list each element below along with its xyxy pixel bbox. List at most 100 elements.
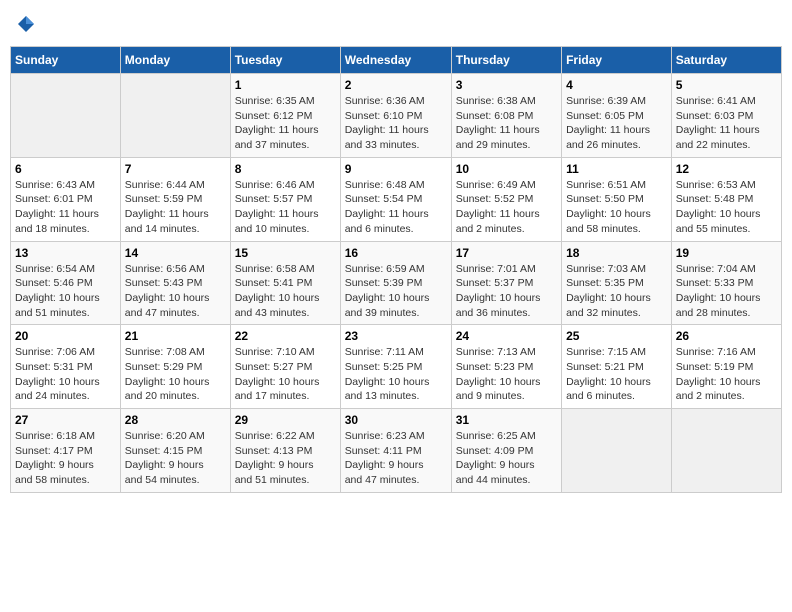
calendar-cell: 11 Sunrise: 6:51 AM Sunset: 5:50 PM Dayli… [562,157,672,241]
day-number: 15 [235,246,336,260]
calendar-cell: 31 Sunrise: 6:25 AM Sunset: 4:09 PM Dayli… [451,409,561,493]
day-info: Sunrise: 7:11 AM Sunset: 5:25 PM Dayligh… [345,345,447,404]
day-info: Sunrise: 6:51 AM Sunset: 5:50 PM Dayligh… [566,178,667,237]
calendar-cell: 16 Sunrise: 6:59 AM Sunset: 5:39 PM Dayli… [340,241,451,325]
day-number: 2 [345,78,447,92]
logo-icon [16,14,36,34]
calendar-cell: 15 Sunrise: 6:58 AM Sunset: 5:41 PM Dayli… [230,241,340,325]
page-header [10,10,782,38]
day-number: 28 [125,413,226,427]
calendar-cell: 24Sunrise: 7:13 AM Sunset: 5:23 PM Dayli… [451,325,561,409]
day-number: 25 [566,329,667,343]
day-info: Sunrise: 7:16 AM Sunset: 5:19 PM Dayligh… [676,345,777,404]
day-info: Sunrise: 6:43 AM Sunset: 6:01 PM Dayligh… [15,178,116,237]
day-info: Sunrise: 6:59 AM Sunset: 5:39 PM Dayligh… [345,262,447,321]
day-info: Sunrise: 7:15 AM Sunset: 5:21 PM Dayligh… [566,345,667,404]
calendar-cell: 7 Sunrise: 6:44 AM Sunset: 5:59 PM Daylig… [120,157,230,241]
day-number: 6 [15,162,116,176]
day-number: 23 [345,329,447,343]
calendar-table: SundayMondayTuesdayWednesdayThursdayFrid… [10,46,782,493]
calendar-cell: 12 Sunrise: 6:53 AM Sunset: 5:48 PM Dayli… [671,157,781,241]
day-info: Sunrise: 6:41 AM Sunset: 6:03 PM Dayligh… [676,94,777,153]
day-info: Sunrise: 6:39 AM Sunset: 6:05 PM Dayligh… [566,94,667,153]
calendar-cell: 27 Sunrise: 6:18 AM Sunset: 4:17 PM Dayli… [11,409,121,493]
day-number: 5 [676,78,777,92]
calendar-cell [671,409,781,493]
day-number: 4 [566,78,667,92]
calendar-cell: 20 Sunrise: 7:06 AM Sunset: 5:31 PM Dayli… [11,325,121,409]
calendar-cell: 21Sunrise: 7:08 AM Sunset: 5:29 PM Dayli… [120,325,230,409]
day-number: 31 [456,413,557,427]
calendar-cell: 26 Sunrise: 7:16 AM Sunset: 5:19 PM Dayli… [671,325,781,409]
day-number: 9 [345,162,447,176]
day-number: 19 [676,246,777,260]
calendar-cell: 6 Sunrise: 6:43 AM Sunset: 6:01 PM Daylig… [11,157,121,241]
day-number: 21 [125,329,226,343]
calendar-cell [11,74,121,158]
calendar-cell: 2 Sunrise: 6:36 AM Sunset: 6:10 PM Daylig… [340,74,451,158]
day-number: 12 [676,162,777,176]
calendar-cell: 19Sunrise: 7:04 AM Sunset: 5:33 PM Dayli… [671,241,781,325]
day-number: 13 [15,246,116,260]
day-number: 26 [676,329,777,343]
day-info: Sunrise: 7:10 AM Sunset: 5:27 PM Dayligh… [235,345,336,404]
day-info: Sunrise: 6:23 AM Sunset: 4:11 PM Dayligh… [345,429,447,488]
calendar-cell: 5 Sunrise: 6:41 AM Sunset: 6:03 PM Daylig… [671,74,781,158]
logo [16,14,38,34]
day-number: 20 [15,329,116,343]
header-row: SundayMondayTuesdayWednesdayThursdayFrid… [11,47,782,74]
calendar-cell: 13 Sunrise: 6:54 AM Sunset: 5:46 PM Dayli… [11,241,121,325]
day-info: Sunrise: 6:58 AM Sunset: 5:41 PM Dayligh… [235,262,336,321]
day-info: Sunrise: 6:48 AM Sunset: 5:54 PM Dayligh… [345,178,447,237]
day-info: Sunrise: 6:53 AM Sunset: 5:48 PM Dayligh… [676,178,777,237]
day-info: Sunrise: 7:01 AM Sunset: 5:37 PM Dayligh… [456,262,557,321]
week-row-5: 27 Sunrise: 6:18 AM Sunset: 4:17 PM Dayli… [11,409,782,493]
day-info: Sunrise: 7:06 AM Sunset: 5:31 PM Dayligh… [15,345,116,404]
day-info: Sunrise: 6:44 AM Sunset: 5:59 PM Dayligh… [125,178,226,237]
day-number: 27 [15,413,116,427]
day-info: Sunrise: 6:46 AM Sunset: 5:57 PM Dayligh… [235,178,336,237]
day-info: Sunrise: 6:56 AM Sunset: 5:43 PM Dayligh… [125,262,226,321]
day-info: Sunrise: 6:38 AM Sunset: 6:08 PM Dayligh… [456,94,557,153]
calendar-cell: 4 Sunrise: 6:39 AM Sunset: 6:05 PM Daylig… [562,74,672,158]
day-number: 8 [235,162,336,176]
day-info: Sunrise: 6:36 AM Sunset: 6:10 PM Dayligh… [345,94,447,153]
calendar-cell: 17Sunrise: 7:01 AM Sunset: 5:37 PM Dayli… [451,241,561,325]
day-number: 7 [125,162,226,176]
day-header-saturday: Saturday [671,47,781,74]
calendar-cell: 29 Sunrise: 6:22 AM Sunset: 4:13 PM Dayli… [230,409,340,493]
calendar-cell: 22Sunrise: 7:10 AM Sunset: 5:27 PM Dayli… [230,325,340,409]
day-number: 3 [456,78,557,92]
day-number: 10 [456,162,557,176]
week-row-2: 6 Sunrise: 6:43 AM Sunset: 6:01 PM Daylig… [11,157,782,241]
day-header-tuesday: Tuesday [230,47,340,74]
calendar-cell: 8 Sunrise: 6:46 AM Sunset: 5:57 PM Daylig… [230,157,340,241]
day-number: 11 [566,162,667,176]
calendar-cell: 25 Sunrise: 7:15 AM Sunset: 5:21 PM Dayli… [562,325,672,409]
day-info: Sunrise: 6:54 AM Sunset: 5:46 PM Dayligh… [15,262,116,321]
week-row-3: 13 Sunrise: 6:54 AM Sunset: 5:46 PM Dayli… [11,241,782,325]
day-number: 30 [345,413,447,427]
calendar-cell: 9 Sunrise: 6:48 AM Sunset: 5:54 PM Daylig… [340,157,451,241]
week-row-4: 20 Sunrise: 7:06 AM Sunset: 5:31 PM Dayli… [11,325,782,409]
calendar-cell: 28Sunrise: 6:20 AM Sunset: 4:15 PM Dayli… [120,409,230,493]
calendar-cell [562,409,672,493]
day-header-monday: Monday [120,47,230,74]
day-number: 18 [566,246,667,260]
day-header-thursday: Thursday [451,47,561,74]
day-info: Sunrise: 7:03 AM Sunset: 5:35 PM Dayligh… [566,262,667,321]
day-info: Sunrise: 6:22 AM Sunset: 4:13 PM Dayligh… [235,429,336,488]
day-number: 1 [235,78,336,92]
day-info: Sunrise: 6:18 AM Sunset: 4:17 PM Dayligh… [15,429,116,488]
day-number: 29 [235,413,336,427]
day-header-sunday: Sunday [11,47,121,74]
day-number: 14 [125,246,226,260]
calendar-cell: 1 Sunrise: 6:35 AM Sunset: 6:12 PM Daylig… [230,74,340,158]
day-number: 24 [456,329,557,343]
day-number: 16 [345,246,447,260]
day-header-wednesday: Wednesday [340,47,451,74]
calendar-cell: 18 Sunrise: 7:03 AM Sunset: 5:35 PM Dayli… [562,241,672,325]
calendar-cell: 3 Sunrise: 6:38 AM Sunset: 6:08 PM Daylig… [451,74,561,158]
day-info: Sunrise: 6:25 AM Sunset: 4:09 PM Dayligh… [456,429,557,488]
day-info: Sunrise: 6:35 AM Sunset: 6:12 PM Dayligh… [235,94,336,153]
